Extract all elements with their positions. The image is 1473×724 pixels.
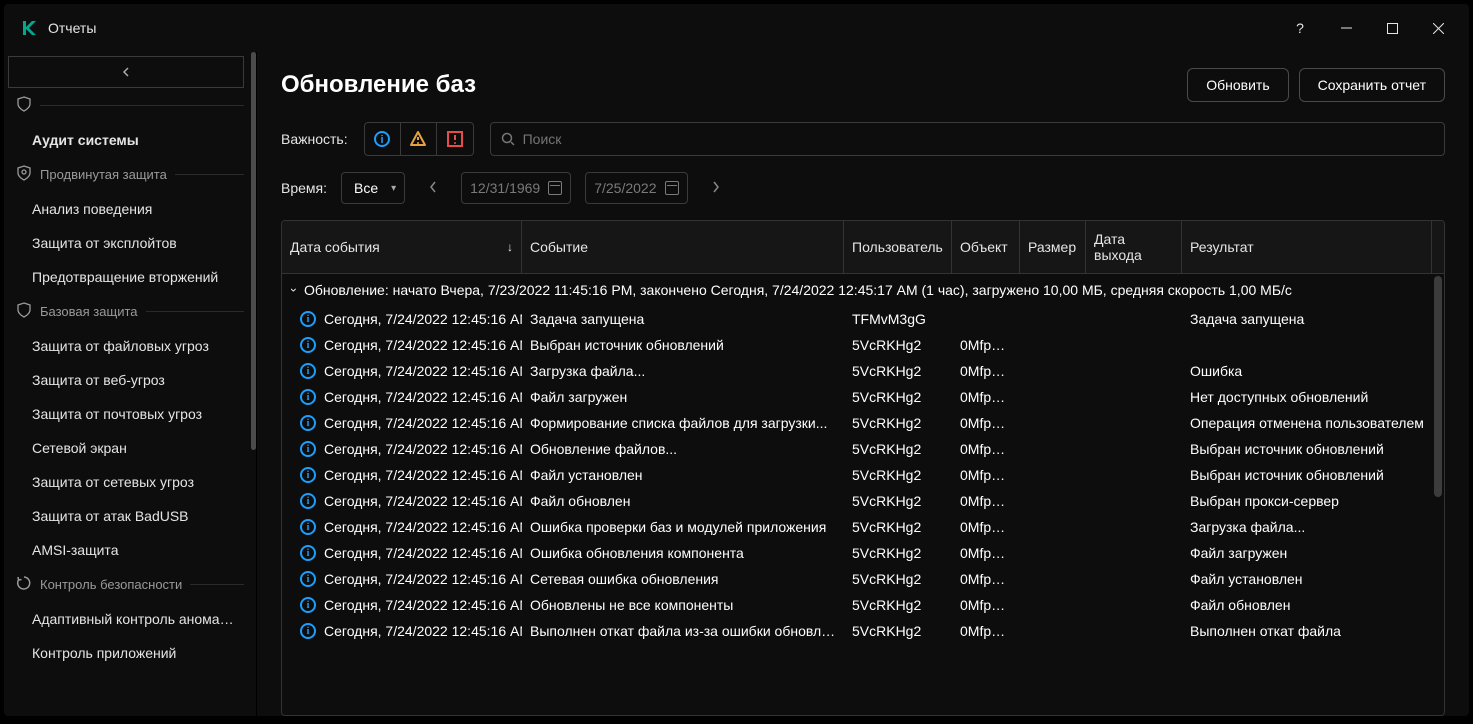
info-icon [300,571,316,587]
col-date[interactable]: Дата события↓ [282,221,522,273]
shield-icon [16,96,32,115]
severity-critical-toggle[interactable] [437,123,473,155]
sidebar: Аудит системы Продвинутая защита Анализ по… [4,52,257,716]
window-title: Отчеты [48,20,1277,36]
info-icon [300,467,316,483]
table-row[interactable]: Сегодня, 7/24/2022 12:45:16 AM Выбран ис… [282,332,1444,358]
table-row[interactable]: Сегодня, 7/24/2022 12:45:16 AM Задача за… [282,306,1444,332]
info-icon [300,493,316,509]
maximize-button[interactable] [1369,12,1415,44]
sidebar-item[interactable]: Адаптивный контроль аномалий [4,602,256,636]
table-row[interactable]: Сегодня, 7/24/2022 12:45:16 AM Ошибка об… [282,540,1444,566]
table-row[interactable]: Сегодня, 7/24/2022 12:45:16 AM Файл обно… [282,488,1444,514]
info-icon [300,545,316,561]
sidebar-item[interactable]: Защита от эксплойтов [4,226,256,260]
info-icon [300,415,316,431]
date-prev-button[interactable] [419,180,447,196]
table-row[interactable]: Сегодня, 7/24/2022 12:45:16 AM Файл уста… [282,462,1444,488]
info-icon [300,597,316,613]
sidebar-item[interactable]: Защита от атак BadUSB [4,499,256,533]
sidebar-item[interactable]: Аудит системы [4,123,256,157]
col-exit[interactable]: Дата выхода [1086,221,1182,273]
sidebar-item[interactable]: Предотвращение вторжений [4,260,256,294]
table-row[interactable]: Сегодня, 7/24/2022 12:45:16 AM Сетевая о… [282,566,1444,592]
severity-warning-toggle[interactable] [401,123,437,155]
help-button[interactable]: ? [1277,12,1323,44]
table-row[interactable]: Сегодня, 7/24/2022 12:45:16 AM Обновлени… [282,436,1444,462]
group-row[interactable]: › Обновление: начато Вчера, 7/23/2022 11… [282,274,1444,306]
table-scrollbar[interactable] [1434,276,1442,497]
sidebar-section-header: Контроль безопасности [16,575,244,594]
search-input[interactable] [523,131,1434,147]
sidebar-section-header: Продвинутая защита [16,165,244,184]
svg-text:i: i [381,134,384,146]
titlebar: Отчеты ? [4,4,1469,52]
info-icon [300,519,316,535]
severity-info-toggle[interactable]: i [365,123,401,155]
severity-label: Важность: [281,131,348,147]
shield-icon [16,302,32,321]
sidebar-section-header: Базовая защита [16,302,244,321]
info-icon [300,337,316,353]
table-row[interactable]: Сегодня, 7/24/2022 12:45:16 AM Ошибка пр… [282,514,1444,540]
sidebar-item[interactable]: Анализ поведения [4,192,256,226]
app-logo-icon [20,19,38,37]
sidebar-item[interactable]: Контроль приложений [4,636,256,670]
sidebar-item[interactable]: Защита от сетевых угроз [4,465,256,499]
save-report-button[interactable]: Сохранить отчет [1299,68,1445,102]
info-icon [300,363,316,379]
sidebar-collapse-button[interactable] [8,56,244,88]
table-header: Дата события↓ Событие Пользователь Объек… [282,221,1444,274]
calendar-icon [548,181,562,195]
refresh-button[interactable]: Обновить [1187,68,1288,102]
table-row[interactable]: Сегодня, 7/24/2022 12:45:16 AM Обновлены… [282,592,1444,618]
expand-icon: › [287,288,301,292]
date-from-field[interactable]: 12/31/1969 [461,172,571,204]
calendar-icon [665,181,679,195]
minimize-button[interactable] [1323,12,1369,44]
info-icon [300,389,316,405]
col-event[interactable]: Событие [522,221,844,273]
sidebar-item[interactable]: Сетевой экран [4,431,256,465]
col-result[interactable]: Результат [1182,221,1432,273]
table-row[interactable]: Сегодня, 7/24/2022 12:45:16 AM Загрузка … [282,358,1444,384]
events-table: Дата события↓ Событие Пользователь Объек… [281,220,1445,716]
chevron-left-icon [121,67,131,77]
search-box[interactable] [490,122,1445,156]
time-label: Время: [281,180,327,196]
sidebar-item[interactable]: Защита от почтовых угроз [4,397,256,431]
shield2-icon [16,165,32,184]
col-user[interactable]: Пользователь [844,221,952,273]
close-button[interactable] [1415,12,1461,44]
info-icon [300,623,316,639]
time-mode-select[interactable]: Все [341,172,405,204]
sidebar-scrollbar[interactable] [251,52,256,450]
table-row[interactable]: Сегодня, 7/24/2022 12:45:16 AM Файл загр… [282,384,1444,410]
date-to-field[interactable]: 7/25/2022 [585,172,687,204]
sidebar-item[interactable]: AMSI-защита [4,533,256,567]
date-next-button[interactable] [702,180,730,196]
sidebar-item[interactable]: Защита от веб-угроз [4,363,256,397]
col-size[interactable]: Размер [1020,221,1086,273]
spinner-icon [16,575,32,594]
severity-filter-group: i [364,122,474,156]
table-row[interactable]: Сегодня, 7/24/2022 12:45:16 AM Выполнен … [282,618,1444,644]
col-object[interactable]: Объект [952,221,1020,273]
info-icon [300,441,316,457]
table-row[interactable]: Сегодня, 7/24/2022 12:45:16 AM Формирова… [282,410,1444,436]
sidebar-section-header [16,96,244,115]
sort-desc-icon: ↓ [507,240,513,254]
search-icon [501,132,515,146]
info-icon [300,311,316,327]
page-title: Обновление баз [281,71,1177,99]
sidebar-item[interactable]: Защита от файловых угроз [4,329,256,363]
